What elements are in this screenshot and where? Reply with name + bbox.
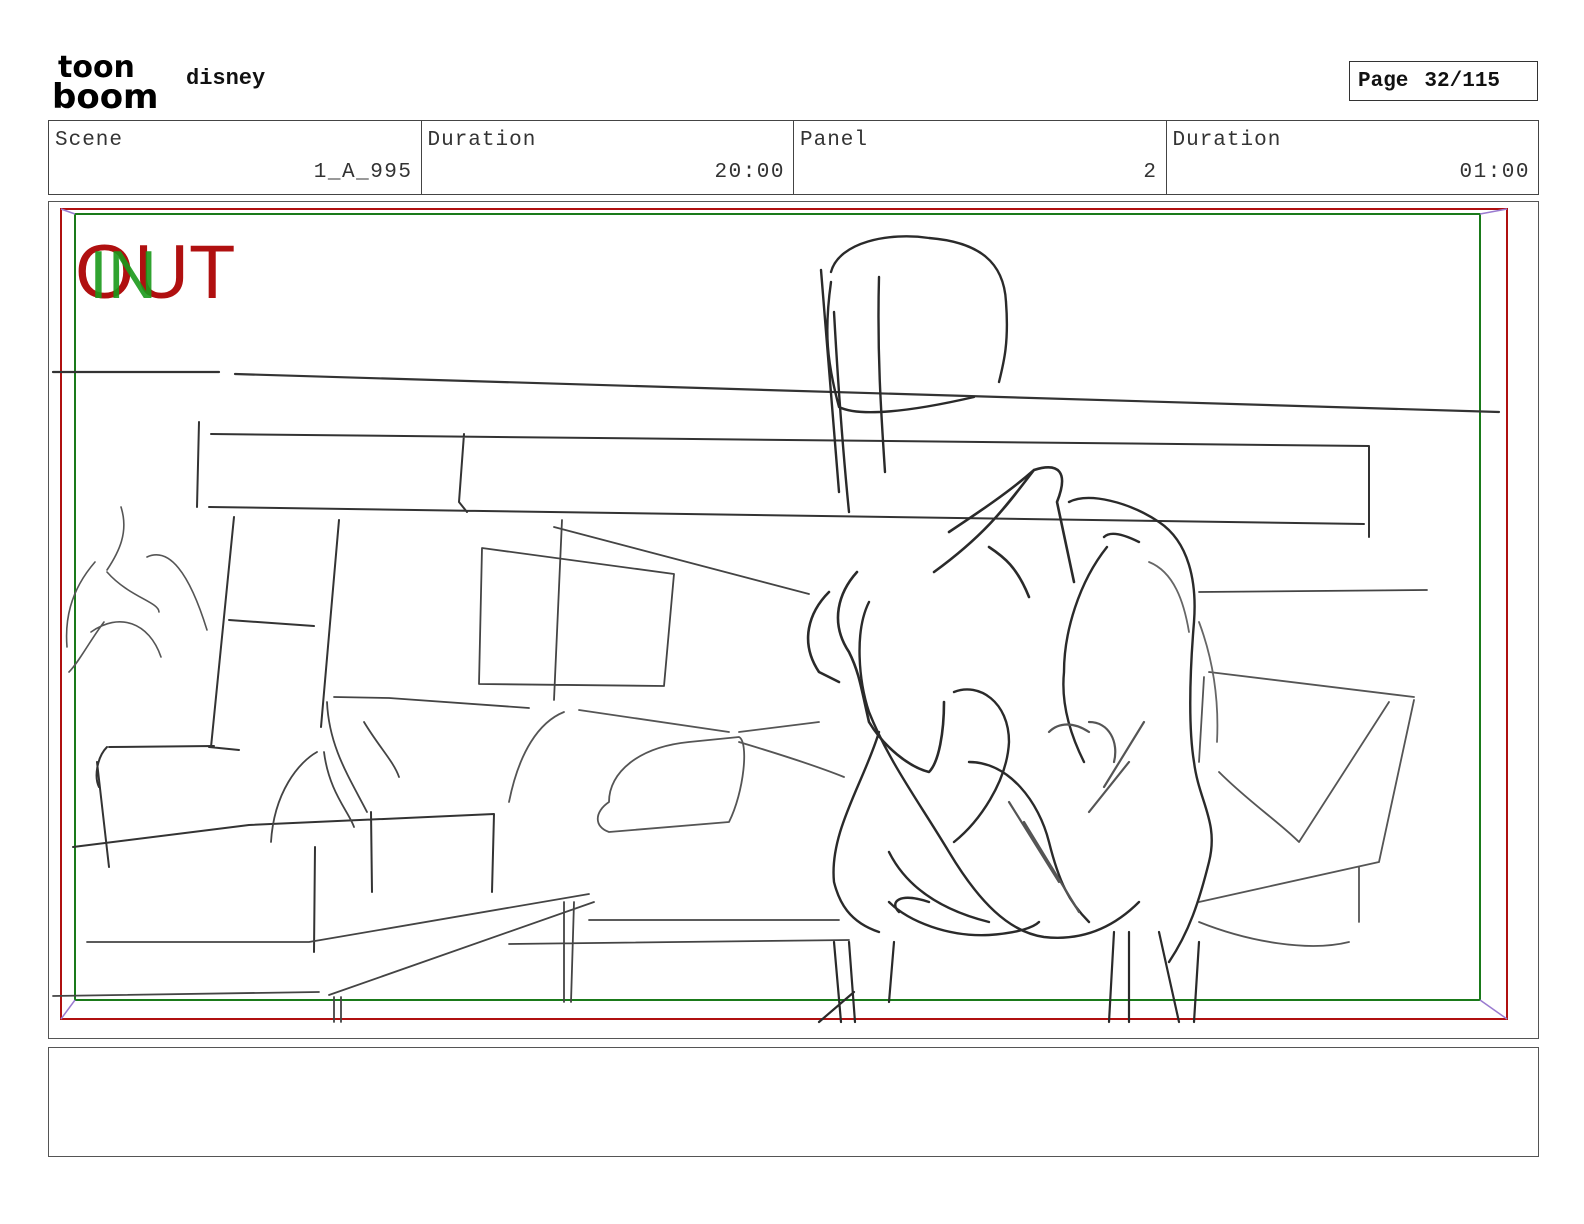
- page-indicator: Page 32/115: [1349, 61, 1538, 101]
- page-label: Page: [1358, 69, 1409, 93]
- page-number: 32/115: [1424, 69, 1501, 93]
- in-label: IN: [89, 237, 157, 313]
- panel-cell: Panel 2: [794, 121, 1167, 194]
- character-sketch: [806, 235, 1219, 1024]
- toonboom-logo: toon boom: [52, 50, 158, 112]
- panel-label: Panel: [800, 129, 869, 152]
- panel-duration-value: 01:00: [1459, 161, 1530, 184]
- out-frame: [60, 208, 1508, 1020]
- scene-label: Scene: [55, 129, 124, 152]
- in-frame: [74, 213, 1481, 1001]
- panel-duration-label: Duration: [1172, 129, 1282, 152]
- scene-value: 1_A_995: [313, 161, 413, 184]
- panel-sketch: OUT IN: [51, 208, 1508, 1024]
- panel-duration-cell: Duration 01:00: [1167, 121, 1539, 194]
- background-sketch: [51, 370, 1501, 1023]
- project-name: disney: [186, 66, 266, 91]
- storyboard-panel: OUT IN: [48, 201, 1539, 1039]
- scene-cell: Scene 1_A_995: [49, 121, 422, 194]
- caption-box: [48, 1047, 1539, 1157]
- panel-value: 2: [1143, 161, 1158, 184]
- scene-duration-value: 20:00: [714, 161, 785, 184]
- logo-bottom-text: boom: [52, 77, 158, 112]
- scene-duration-cell: Duration 20:00: [422, 121, 794, 194]
- scene-duration-label: Duration: [427, 129, 537, 152]
- info-row: Scene 1_A_995 Duration 20:00 Panel 2 Dur…: [48, 120, 1539, 195]
